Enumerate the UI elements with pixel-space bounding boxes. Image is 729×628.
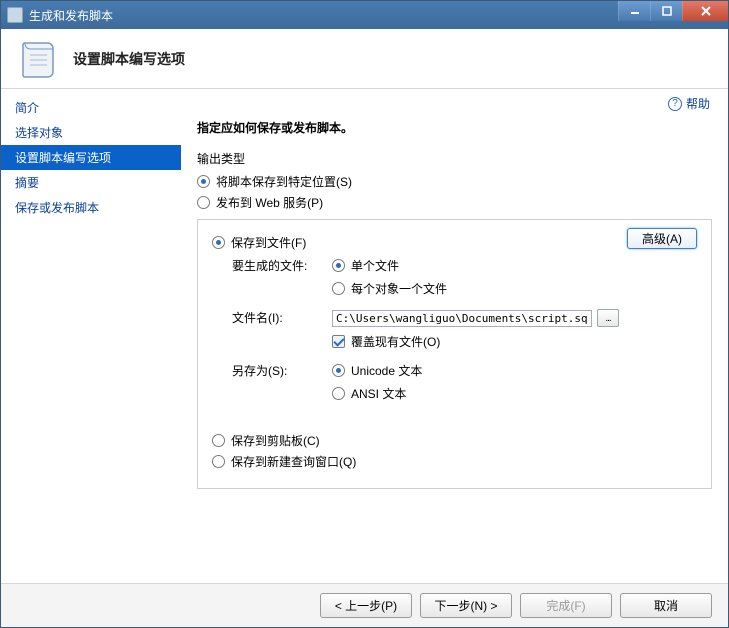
- advanced-button[interactable]: 高级(A): [627, 228, 697, 249]
- titlebar[interactable]: 生成和发布脚本: [1, 1, 728, 29]
- save-fieldset: 高级(A) 保存到文件(F) 要生成的文件: 单个文件: [197, 219, 712, 489]
- radio-save-to-location-label: 将脚本保存到特定位置(S): [216, 173, 352, 190]
- sidebar-item-summary[interactable]: 摘要: [1, 170, 181, 195]
- files-to-generate-label: 要生成的文件:: [212, 257, 332, 303]
- radio-file-per-object-label: 每个对象一个文件: [351, 280, 447, 297]
- dialog-window: 生成和发布脚本 设置脚本编写选项 简介: [0, 0, 729, 628]
- sidebar-item-save-publish[interactable]: 保存或发布脚本: [1, 195, 181, 220]
- filename-label: 文件名(I):: [212, 309, 332, 356]
- radio-single-file[interactable]: [332, 259, 345, 272]
- radio-file-per-object[interactable]: [332, 282, 345, 295]
- help-label: 帮助: [686, 95, 710, 112]
- radio-publish-web[interactable]: [197, 196, 210, 209]
- radio-save-to-file-label: 保存到文件(F): [231, 234, 306, 251]
- radio-save-to-clipboard-label: 保存到剪贴板(C): [231, 432, 320, 449]
- sidebar-item-intro[interactable]: 简介: [1, 95, 181, 120]
- radio-save-to-file[interactable]: [212, 236, 225, 249]
- radio-unicode-text-label: Unicode 文本: [351, 362, 422, 379]
- script-icon: [17, 37, 61, 81]
- main-panel: ? 帮助 指定应如何保存或发布脚本。 输出类型 将脚本保存到特定位置(S) 发布…: [181, 89, 728, 583]
- checkbox-overwrite-label: 覆盖现有文件(O): [351, 333, 440, 350]
- header: 设置脚本编写选项: [1, 29, 728, 89]
- minimize-button[interactable]: [618, 1, 650, 21]
- radio-ansi-text-label: ANSI 文本: [351, 385, 406, 402]
- previous-button[interactable]: < 上一步(P): [320, 593, 412, 618]
- sidebar-item-choose-objects[interactable]: 选择对象: [1, 120, 181, 145]
- page-title: 设置脚本编写选项: [73, 49, 185, 69]
- checkbox-overwrite[interactable]: [332, 335, 345, 348]
- radio-save-to-clipboard[interactable]: [212, 434, 225, 447]
- help-icon: ?: [668, 97, 682, 111]
- save-as-label: 另存为(S):: [212, 362, 332, 408]
- close-button[interactable]: [682, 1, 728, 21]
- finish-button: 完成(F): [520, 593, 612, 618]
- next-button[interactable]: 下一步(N) >: [420, 593, 512, 618]
- sidebar: 简介 选择对象 设置脚本编写选项 摘要 保存或发布脚本: [1, 89, 181, 583]
- radio-unicode-text[interactable]: [332, 364, 345, 377]
- maximize-button[interactable]: [650, 1, 682, 21]
- cancel-button[interactable]: 取消: [620, 593, 712, 618]
- radio-single-file-label: 单个文件: [351, 257, 399, 274]
- section-heading: 指定应如何保存或发布脚本。: [197, 119, 712, 136]
- filename-input[interactable]: [332, 310, 592, 327]
- radio-save-to-location[interactable]: [197, 175, 210, 188]
- footer: < 上一步(P) 下一步(N) > 完成(F) 取消: [1, 583, 728, 627]
- radio-publish-web-label: 发布到 Web 服务(P): [216, 194, 323, 211]
- radio-save-to-new-query-label: 保存到新建查询窗口(Q): [231, 453, 356, 470]
- app-icon: [7, 7, 23, 23]
- radio-ansi-text[interactable]: [332, 387, 345, 400]
- output-type-label: 输出类型: [197, 150, 712, 167]
- browse-button[interactable]: ...: [597, 309, 619, 327]
- window-title: 生成和发布脚本: [29, 7, 113, 24]
- sidebar-item-scripting-options[interactable]: 设置脚本编写选项: [1, 145, 181, 170]
- radio-save-to-new-query[interactable]: [212, 455, 225, 468]
- help-link[interactable]: ? 帮助: [668, 95, 710, 112]
